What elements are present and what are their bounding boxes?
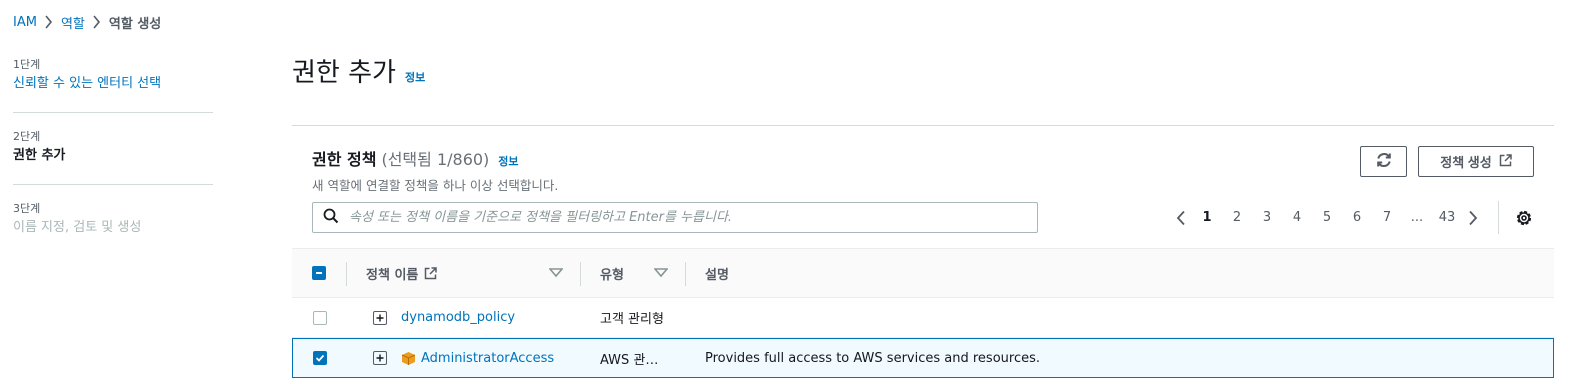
step-title-disabled: 이름 지정, 검토 및 생성 [13,220,142,235]
column-divider [685,262,686,286]
divider [13,112,213,113]
column-label: 설명 [705,267,729,283]
expand-cell [373,298,387,337]
step-1: 1단계 신뢰할 수 있는 엔터티 선택 [13,58,213,94]
page-7[interactable]: 7 [1372,210,1402,225]
table-header: 정책 이름 유형 설명 [292,248,1554,298]
create-policy-label: 정책 생성 [1440,155,1492,170]
column-divider [346,262,347,286]
page-4[interactable]: 4 [1282,210,1312,225]
chevron-right-icon [85,14,109,30]
expand-icon[interactable] [373,351,387,365]
page-header: 권한 추가 정보 [292,52,425,89]
policy-search[interactable] [312,202,1038,233]
table-row-selected[interactable]: AdministratorAccess AWS 관… Provides full… [292,338,1554,378]
expand-icon[interactable] [373,310,387,325]
aws-managed-icon [401,339,416,377]
column-label: 정책 이름 [366,267,419,283]
page-2[interactable]: 2 [1222,210,1252,225]
column-policy-name[interactable]: 정책 이름 [366,249,566,297]
sort-down-icon[interactable] [549,249,563,297]
page-ellipsis: ... [1410,210,1424,225]
step-3: 3단계 이름 지정, 검토 및 생성 [13,202,213,238]
step-number: 3단계 [13,202,41,215]
panel-description: 새 역할에 연결할 정책을 하나 이상 선택합니다. [312,178,559,193]
page-6[interactable]: 6 [1342,210,1372,225]
step-title-link[interactable]: 신뢰할 수 있는 엔터티 선택 [13,74,213,94]
column-label: 유형 [600,267,624,283]
column-description: 설명 [705,249,729,297]
column-divider [580,262,581,286]
row-select-cell [313,298,327,337]
chevron-left-icon[interactable] [1170,210,1192,226]
breadcrumb-create-role: 역할 생성 [108,16,162,32]
divider [13,184,213,185]
page-last[interactable]: 43 [1432,210,1462,225]
step-title-current: 권한 추가 [13,148,66,163]
policy-type: 고객 관리형 [600,312,664,327]
chevron-right-icon [37,14,61,30]
breadcrumb-roles[interactable]: 역할 [61,13,85,32]
wizard-steps: 1단계 신뢰할 수 있는 엔터티 선택 2단계 권한 추가 3단계 이름 지정,… [13,58,213,238]
external-link-icon [1499,153,1512,170]
panel-header: 권한 정책 (선택됨 1/860) 정보 새 역할에 연결할 정책을 하나 이상… [312,146,558,194]
page-title: 권한 추가 [292,58,396,88]
page-1[interactable]: 1 [1192,210,1222,225]
select-all-cell [312,249,326,297]
step-number: 1단계 [13,58,41,71]
policy-name-link[interactable]: AdministratorAccess [421,339,554,377]
gear-icon[interactable] [1514,208,1534,228]
search-icon [323,208,339,228]
expand-cell [373,339,387,377]
policy-description: Provides full access to AWS services and… [705,350,1040,366]
permissions-policies-panel: 권한 정책 (선택됨 1/860) 정보 새 역할에 연결할 정책을 하나 이상… [292,125,1554,384]
panel-title: 권한 정책 [312,150,377,169]
row-select-cell [313,339,327,377]
table-row[interactable]: dynamodb_policy 고객 관리형 [292,298,1554,338]
external-link-icon [424,266,438,280]
selected-count: (선택됨 1/860) [381,150,490,169]
info-link[interactable]: 정보 [405,69,425,85]
refresh-icon [1376,152,1392,171]
row-checkbox-checked[interactable] [313,351,327,365]
divider [1498,201,1499,234]
policy-type: AWS 관… [600,352,659,368]
column-type[interactable]: 유형 [600,249,624,297]
policy-name-link[interactable]: dynamodb_policy [401,298,515,337]
page-5[interactable]: 5 [1312,210,1342,225]
select-all-checkbox[interactable] [312,266,326,280]
search-input[interactable] [349,210,1009,225]
pagination: 1 2 3 4 5 6 7 ... 43 [1170,202,1484,233]
page-3[interactable]: 3 [1252,210,1282,225]
breadcrumb: IAM 역할 역할 생성 [13,13,162,32]
breadcrumb-iam[interactable]: IAM [13,15,37,30]
row-checkbox[interactable] [313,310,327,325]
step-number: 2단계 [13,130,41,143]
sort-down-icon[interactable] [654,249,668,297]
step-2: 2단계 권한 추가 [13,130,213,166]
info-link[interactable]: 정보 [498,153,518,169]
refresh-button[interactable] [1360,146,1407,177]
chevron-right-icon[interactable] [1462,210,1484,226]
create-policy-button[interactable]: 정책 생성 [1418,146,1534,177]
